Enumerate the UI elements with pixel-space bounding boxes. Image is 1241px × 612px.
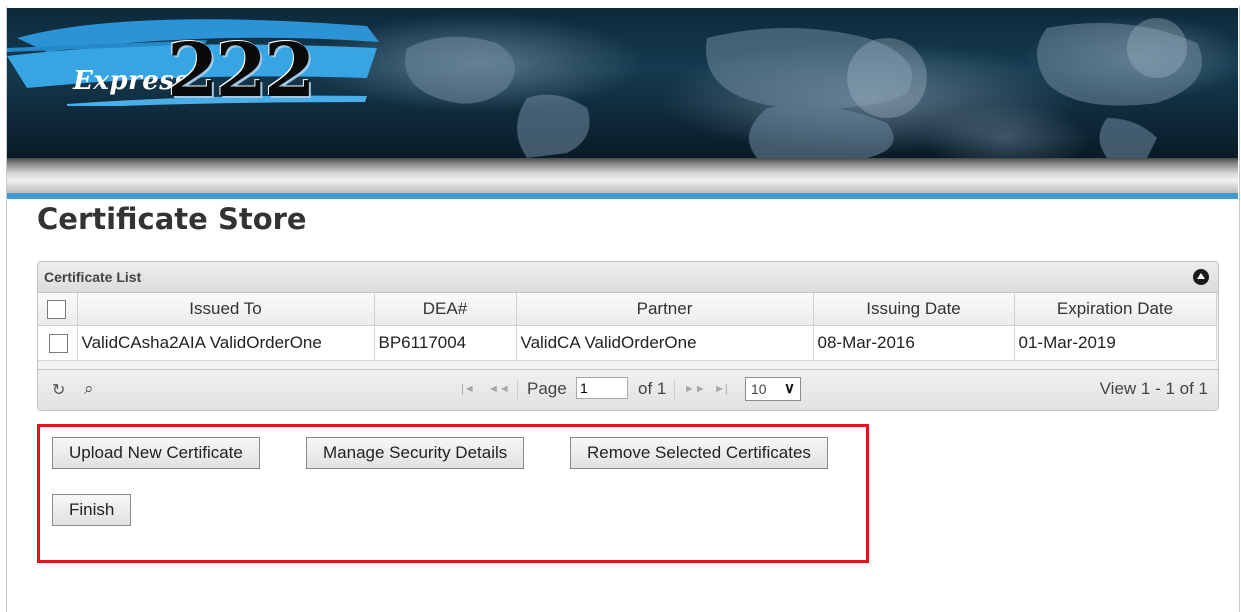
- grid-pager: ↻ ⌕ |◄ ◄◄ Page of 1 ►► ►| 10 ∨ View 1 - …: [38, 369, 1218, 410]
- last-page-icon[interactable]: ►|: [714, 383, 728, 395]
- page-label: Page: [527, 379, 567, 398]
- prev-page-icon[interactable]: ◄◄: [488, 383, 510, 395]
- select-all-cell: [38, 293, 78, 326]
- column-header-issuing-date[interactable]: Issuing Date: [813, 293, 1015, 326]
- collapse-icon[interactable]: [1193, 269, 1209, 285]
- finish-button[interactable]: Finish: [52, 494, 132, 526]
- grid-caption: Certificate List: [38, 262, 1218, 293]
- header-divider: [7, 158, 1238, 193]
- certificate-grid: Certificate List Issued To DEA# Partner …: [37, 261, 1219, 411]
- select-all-checkbox[interactable]: [47, 300, 67, 319]
- cell-issued-to: ValidCAsha2AIA ValidOrderOne: [77, 325, 375, 361]
- table-header-row: Issued To DEA# Partner Issuing Date Expi…: [38, 293, 1217, 326]
- rows-per-page-select[interactable]: 10 ∨: [745, 377, 801, 401]
- page-count-label: of 1: [638, 379, 667, 398]
- pager-separator: [674, 379, 675, 401]
- header-banner: Express 222: [7, 8, 1238, 158]
- row-select-cell: [38, 325, 78, 361]
- page-title: Certificate Store: [37, 202, 307, 236]
- logo-number: 222: [167, 28, 315, 114]
- column-header-dea[interactable]: DEA#: [374, 293, 517, 326]
- column-header-expiration-date[interactable]: Expiration Date: [1014, 293, 1217, 326]
- pager-separator: [517, 379, 518, 401]
- upload-new-certificate-button[interactable]: Upload New Certificate: [52, 437, 260, 469]
- column-header-issued-to[interactable]: Issued To: [77, 293, 375, 326]
- page-number-input[interactable]: [576, 377, 628, 399]
- accent-line: [7, 193, 1238, 199]
- view-info: View 1 - 1 of 1: [1099, 379, 1208, 398]
- cell-expiration-date: 01-Mar-2019: [1014, 325, 1217, 361]
- rows-per-page-value: 10: [751, 381, 767, 397]
- grid-caption-label: Certificate List: [44, 269, 142, 285]
- first-page-icon[interactable]: |◄: [461, 383, 475, 395]
- search-icon[interactable]: ⌕: [84, 379, 94, 399]
- chevron-down-icon: ∨: [784, 380, 795, 397]
- row-checkbox[interactable]: [49, 334, 69, 353]
- cell-dea: BP6117004: [374, 325, 517, 361]
- certificate-table: Issued To DEA# Partner Issuing Date Expi…: [38, 293, 1217, 361]
- cell-issuing-date: 08-Mar-2016: [813, 325, 1015, 361]
- remove-selected-certificates-button[interactable]: Remove Selected Certificates: [570, 437, 828, 469]
- refresh-icon[interactable]: ↻: [52, 380, 65, 400]
- manage-security-details-button[interactable]: Manage Security Details: [306, 437, 525, 469]
- next-page-icon[interactable]: ►►: [684, 383, 706, 395]
- table-row[interactable]: ValidCAsha2AIA ValidOrderOne BP6117004 V…: [38, 325, 1217, 361]
- cell-partner: ValidCA ValidOrderOne: [516, 325, 814, 361]
- column-header-partner[interactable]: Partner: [516, 293, 814, 326]
